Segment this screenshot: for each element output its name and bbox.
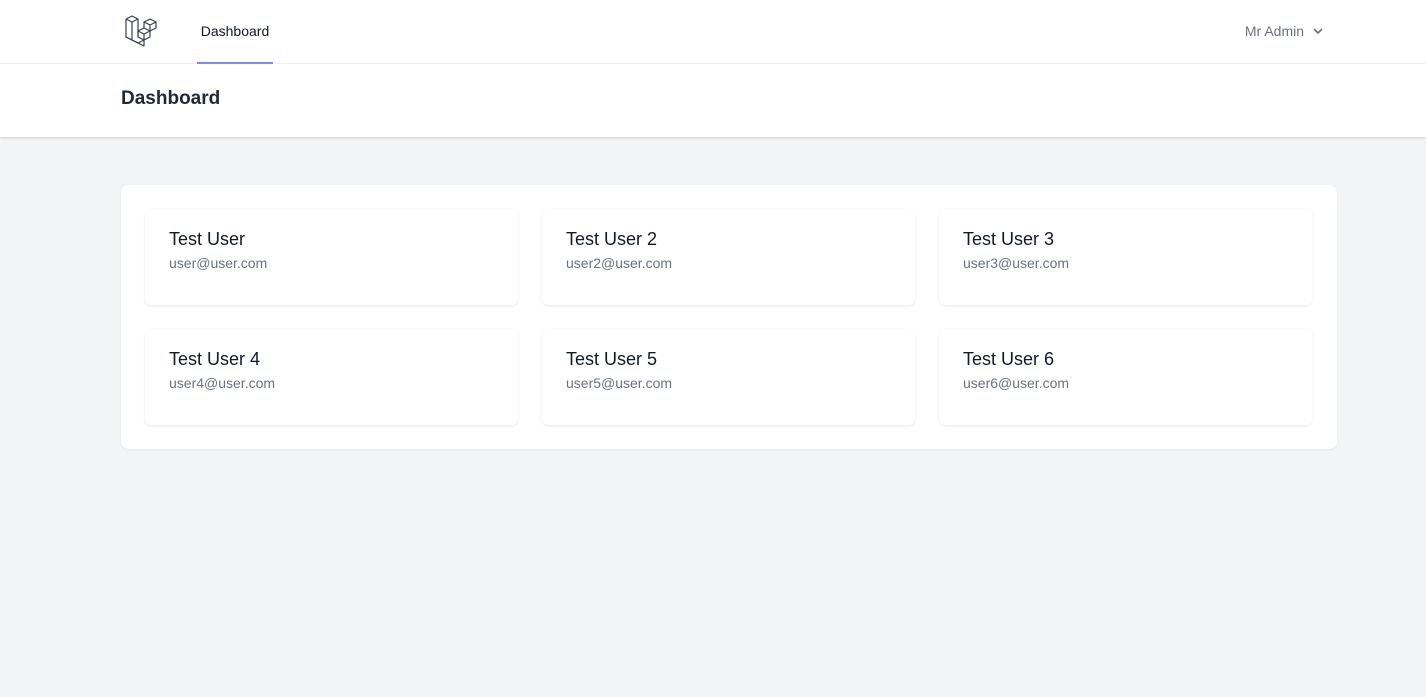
nav-link-dashboard[interactable]: Dashboard (197, 0, 273, 64)
user-card[interactable]: Test User 4 user4@user.com (145, 329, 518, 425)
user-name: Test User 4 (169, 349, 261, 369)
user-card[interactable]: Test User 3 user3@user.com (939, 209, 1312, 305)
user-email: user3@user.com (963, 254, 1070, 271)
user-card[interactable]: Test User 6 user6@user.com (939, 329, 1312, 425)
user-name: Test User 6 (963, 349, 1055, 369)
user-card[interactable]: Test User 2 user2@user.com (542, 209, 915, 305)
user-card[interactable]: Test User 5 user5@user.com (542, 329, 915, 425)
user-email: user6@user.com (963, 374, 1070, 391)
user-menu-dropdown[interactable]: Mr Admin (1245, 0, 1326, 62)
page-header: Dashboard (0, 64, 1426, 137)
users-panel: Test User user@user.com Test User 2 user… (121, 185, 1337, 449)
user-name: Test User 2 (566, 229, 658, 249)
user-card[interactable]: Test User user@user.com (145, 209, 518, 305)
user-name: Test User 5 (566, 349, 658, 369)
user-email: user@user.com (169, 254, 268, 271)
top-navigation: Dashboard Mr Admin (0, 0, 1426, 64)
user-name: Test User 3 (963, 229, 1055, 249)
chevron-down-icon (1310, 23, 1326, 39)
user-email: user2@user.com (566, 254, 673, 271)
laravel-logo-icon[interactable] (122, 13, 158, 49)
user-menu-name: Mr Admin (1244, 23, 1304, 39)
user-email: user4@user.com (169, 374, 276, 391)
user-email: user5@user.com (566, 374, 673, 391)
page-title: Dashboard (121, 88, 221, 109)
user-name: Test User (169, 229, 246, 249)
